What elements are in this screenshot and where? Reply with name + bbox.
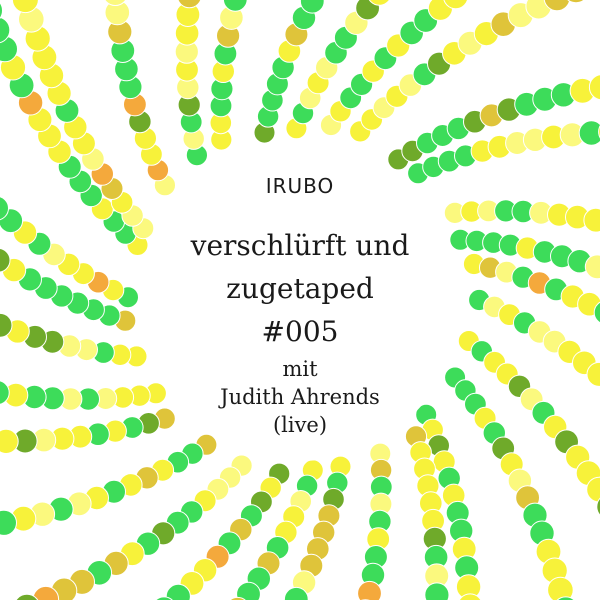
label-name: IRUBO bbox=[265, 174, 335, 198]
pattern-dot bbox=[547, 576, 574, 600]
pattern-dot bbox=[357, 580, 382, 600]
live-note: (live) bbox=[272, 413, 328, 437]
pattern-dot bbox=[578, 120, 600, 146]
pattern-dot bbox=[424, 582, 450, 600]
episode-number: #005 bbox=[261, 315, 339, 348]
title-line-2: zugetaped bbox=[226, 272, 374, 305]
with-text: mit bbox=[282, 357, 318, 381]
title-line-1: verschlürft und bbox=[190, 229, 410, 262]
album-cover: IRUBO verschlürft und zugetaped #005 mit… bbox=[0, 0, 600, 600]
artist-name: Judith Ahrends bbox=[220, 385, 380, 409]
